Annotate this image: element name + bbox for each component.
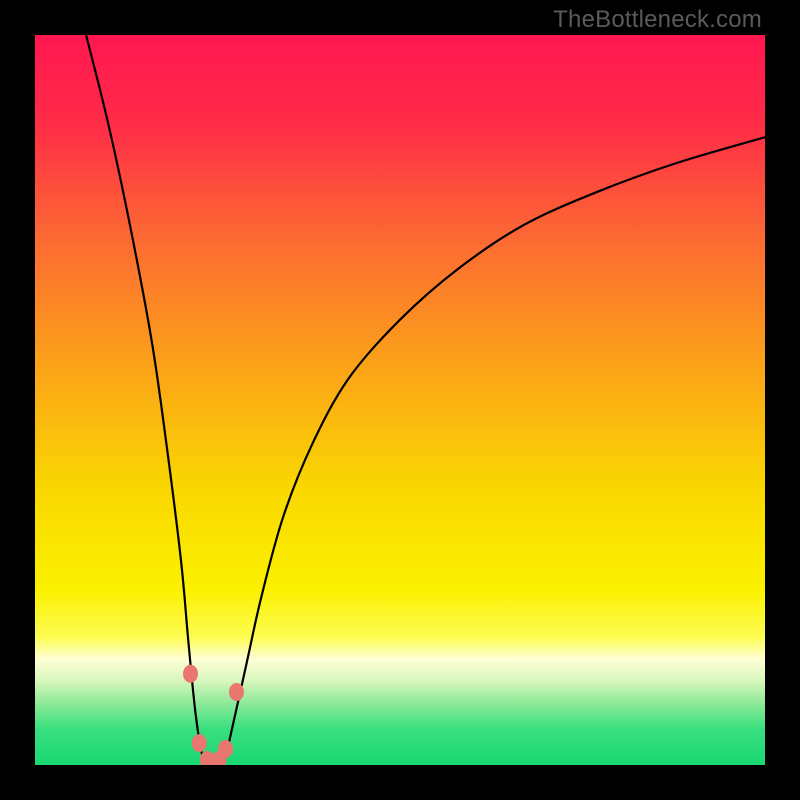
curve-layer: [35, 35, 765, 765]
bottleneck-curve: [86, 35, 765, 765]
curve-marker: [192, 734, 207, 752]
watermark-text: TheBottleneck.com: [553, 6, 762, 34]
plot-area: [35, 35, 765, 765]
chart-frame: TheBottleneck.com: [0, 0, 800, 800]
curve-marker: [229, 683, 244, 701]
curve-marker: [183, 665, 198, 683]
curve-marker: [218, 740, 233, 758]
